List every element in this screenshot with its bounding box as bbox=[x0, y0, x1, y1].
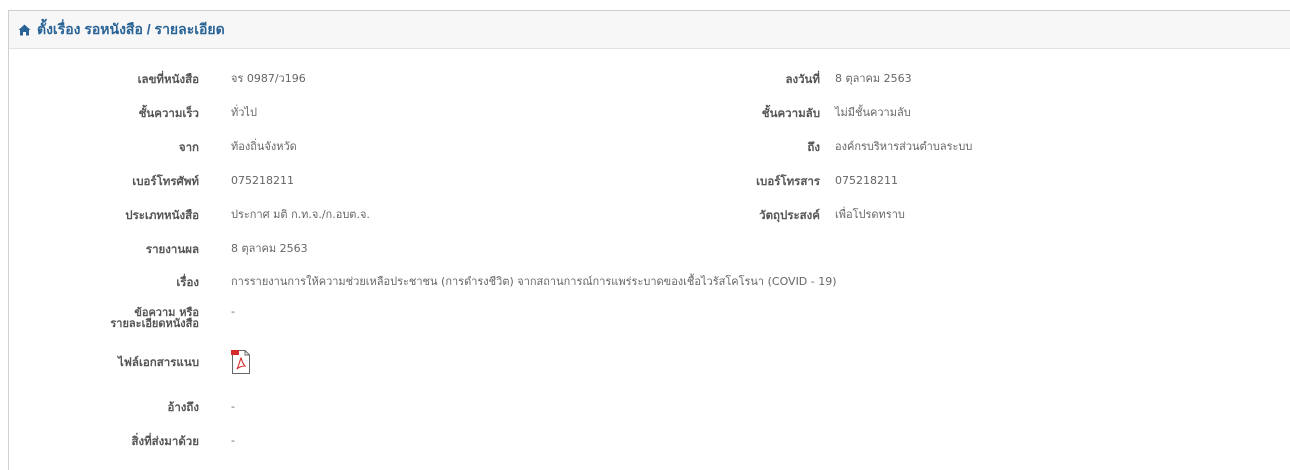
page-title: ตั้งเรื่อง รอหนังสือ / รายละเอียด bbox=[37, 20, 225, 37]
panel-header: ตั้งเรื่อง รอหนังสือ / รายละเอียด bbox=[9, 11, 1290, 49]
subject-value: การรายงานการให้ความช่วยเหลือประชาชน (การ… bbox=[231, 275, 837, 288]
to-value: องค์กรบริหารส่วนตำบลระบบ bbox=[835, 140, 973, 153]
home-icon[interactable] bbox=[18, 24, 31, 36]
enclosure-label: สิ่งที่ส่งมาด้วย bbox=[131, 434, 199, 448]
reference-value: - bbox=[231, 400, 235, 413]
date-value: 8 ตุลาคม 2563 bbox=[835, 72, 912, 85]
report-label: รายงานผล bbox=[145, 242, 199, 256]
report-value: 8 ตุลาคม 2563 bbox=[231, 242, 308, 255]
reference-label: อ้างถึง bbox=[167, 400, 199, 414]
pdf-file-icon[interactable] bbox=[231, 349, 251, 375]
details-label: ข้อความ หรือ รายละเอียดหนังสือ bbox=[9, 307, 199, 329]
date-label: ลงวันที่ bbox=[785, 72, 820, 86]
secrecy-value: ไม่มีชั้นความลับ bbox=[835, 106, 911, 119]
details-label-line2: รายละเอียดหนังสือ bbox=[110, 317, 199, 330]
subject-label: เรื่อง bbox=[176, 275, 199, 289]
fax-value: 075218211 bbox=[835, 174, 898, 187]
detail-body: เลขที่หนังสือ จร 0987/ว196 ลงวันที่ 8 ตุ… bbox=[9, 49, 1290, 469]
attachment-label: ไฟล์เอกสารแนบ bbox=[118, 355, 199, 369]
enclosure-value: - bbox=[231, 434, 235, 447]
details-value: - bbox=[231, 305, 235, 318]
to-label: ถึง bbox=[807, 140, 820, 154]
secrecy-label: ชั้นความลับ bbox=[761, 106, 820, 120]
fax-label: เบอร์โทรสาร bbox=[756, 174, 820, 188]
document-detail-panel: ตั้งเรื่อง รอหนังสือ / รายละเอียด เลขที่… bbox=[8, 10, 1290, 470]
purpose-label: วัตถุประสงค์ bbox=[759, 208, 820, 222]
purpose-value: เพื่อโปรดทราบ bbox=[835, 208, 905, 221]
